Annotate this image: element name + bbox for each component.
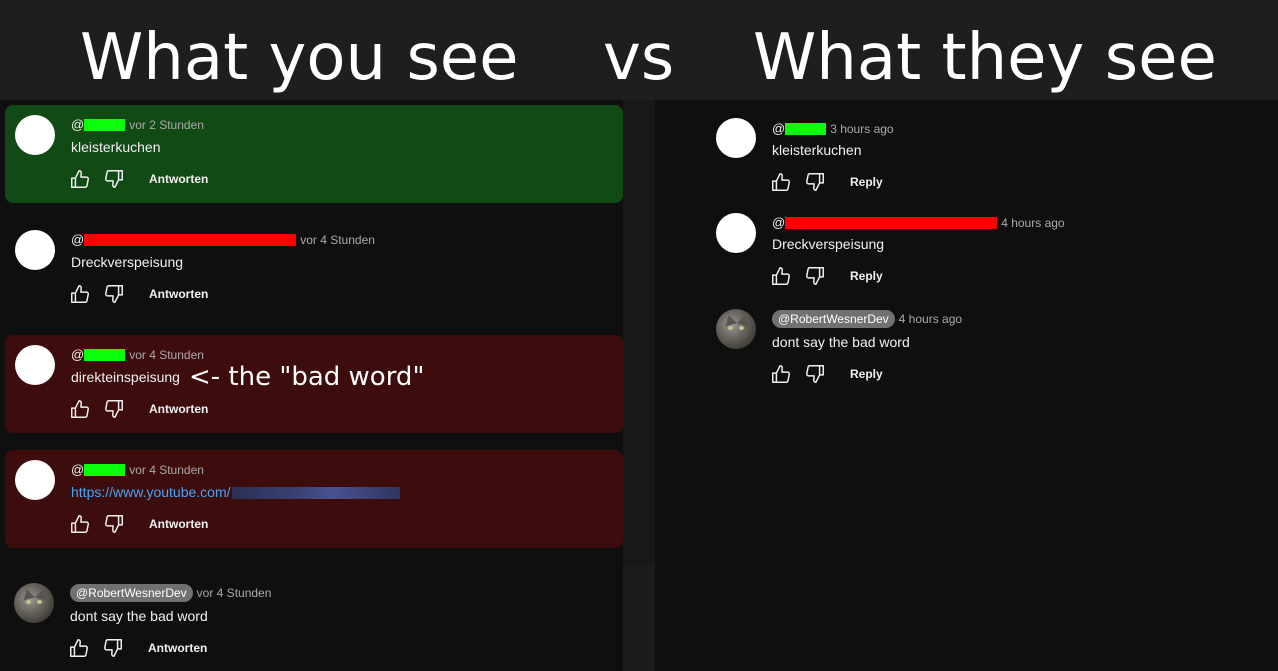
- comment-text: dont say the bad word: [70, 608, 208, 624]
- handle-at[interactable]: @: [71, 232, 84, 247]
- left-title: What you see: [80, 21, 519, 95]
- comment-meta: @ 3 hours ago: [772, 121, 894, 136]
- handle-at[interactable]: @: [71, 347, 84, 362]
- redacted-username: [84, 463, 126, 476]
- reply-button[interactable]: Reply: [850, 367, 883, 381]
- comment-time[interactable]: vor 4 Stunden: [129, 463, 204, 477]
- cat-avatar[interactable]: [716, 309, 756, 349]
- comment-text: https://www.youtube.com/: [71, 484, 400, 500]
- thumbs-up-icon[interactable]: [770, 265, 792, 287]
- comment-time[interactable]: vor 4 Stunden: [129, 348, 204, 362]
- comment-meta: @ vor 2 Stunden: [71, 117, 204, 132]
- redacted-username: [785, 216, 998, 229]
- thumbs-up-icon[interactable]: [69, 398, 91, 420]
- comment-meta: @RobertWesnerDev vor 4 Stunden: [70, 584, 271, 602]
- comment-meta: @ 4 hours ago: [772, 215, 1065, 230]
- comment-text: Dreckverspeisung: [71, 254, 184, 270]
- comment-text: direkteinspeisung: [71, 369, 180, 385]
- comment-time[interactable]: vor 2 Stunden: [129, 118, 204, 132]
- comment-meta: @ vor 4 Stunden: [71, 347, 204, 362]
- comment-time[interactable]: 4 hours ago: [1001, 216, 1064, 230]
- comment-actions: Antworten: [69, 168, 208, 190]
- redacted-username: [785, 122, 827, 135]
- avatar[interactable]: [15, 230, 55, 270]
- thumbs-up-icon[interactable]: [69, 283, 91, 305]
- handle-at[interactable]: @: [772, 215, 785, 230]
- thumbs-up-icon[interactable]: [770, 363, 792, 385]
- bad-word-annotation: <- the "bad word": [189, 362, 425, 392]
- comment-actions: Reply: [770, 171, 883, 193]
- avatar[interactable]: [15, 115, 55, 155]
- thumbs-down-icon[interactable]: [103, 168, 125, 190]
- comment-link[interactable]: https://www.youtube.com/: [71, 484, 231, 500]
- comment-time[interactable]: vor 4 Stunden: [300, 233, 375, 247]
- avatar[interactable]: [15, 345, 55, 385]
- comment-meta: @RobertWesnerDev 4 hours ago: [772, 310, 962, 328]
- handle-at[interactable]: @: [71, 462, 84, 477]
- cat-avatar[interactable]: [14, 583, 54, 623]
- handle-at[interactable]: @: [71, 117, 84, 132]
- channel-handle-pill[interactable]: @RobertWesnerDev: [772, 310, 895, 328]
- reply-button[interactable]: Antworten: [149, 402, 208, 416]
- comment-actions: Antworten: [68, 637, 207, 659]
- right-panel: [655, 100, 1278, 671]
- reply-button[interactable]: Antworten: [149, 172, 208, 186]
- thumbs-up-icon[interactable]: [69, 513, 91, 535]
- thumbs-down-icon[interactable]: [103, 513, 125, 535]
- comment-text: kleisterkuchen: [772, 142, 862, 158]
- panel-divider: [623, 100, 655, 671]
- blurred-link-path: [231, 487, 400, 500]
- channel-handle-pill[interactable]: @RobertWesnerDev: [70, 584, 193, 602]
- avatar[interactable]: [716, 118, 756, 158]
- avatar[interactable]: [716, 213, 756, 253]
- comment-actions: Reply: [770, 363, 883, 385]
- comment-actions: Antworten: [69, 283, 208, 305]
- comment-meta: @ vor 4 Stunden: [71, 232, 375, 247]
- reply-button[interactable]: Antworten: [149, 517, 208, 531]
- reply-button[interactable]: Reply: [850, 175, 883, 189]
- comment-text: kleisterkuchen: [71, 139, 161, 155]
- thumbs-down-icon[interactable]: [804, 265, 826, 287]
- vs-label: vs: [603, 21, 675, 95]
- comment-meta: @ vor 4 Stunden: [71, 462, 204, 477]
- reply-button[interactable]: Antworten: [148, 641, 207, 655]
- comment-text: dont say the bad word: [772, 334, 910, 350]
- header-banner: What you see vs What they see: [0, 0, 1278, 100]
- thumbs-down-icon[interactable]: [804, 363, 826, 385]
- comment-actions: Antworten: [69, 513, 208, 535]
- right-title: What they see: [753, 21, 1217, 95]
- comment-text: Dreckverspeisung: [772, 236, 885, 252]
- thumbs-up-icon[interactable]: [68, 637, 90, 659]
- handle-at[interactable]: @: [772, 121, 785, 136]
- thumbs-down-icon[interactable]: [102, 637, 124, 659]
- comment-time[interactable]: 4 hours ago: [899, 312, 962, 326]
- reply-button[interactable]: Reply: [850, 269, 883, 283]
- thumbs-down-icon[interactable]: [103, 398, 125, 420]
- comment-actions: Reply: [770, 265, 883, 287]
- redacted-username: [84, 233, 297, 246]
- thumbs-up-icon[interactable]: [770, 171, 792, 193]
- reply-button[interactable]: Antworten: [149, 287, 208, 301]
- thumbs-down-icon[interactable]: [103, 283, 125, 305]
- comment-time[interactable]: vor 4 Stunden: [197, 586, 272, 600]
- comment-actions: Antworten: [69, 398, 208, 420]
- avatar[interactable]: [15, 460, 55, 500]
- thumbs-up-icon[interactable]: [69, 168, 91, 190]
- redacted-username: [84, 348, 126, 361]
- thumbs-down-icon[interactable]: [804, 171, 826, 193]
- redacted-username: [84, 118, 126, 131]
- comment-time[interactable]: 3 hours ago: [830, 122, 893, 136]
